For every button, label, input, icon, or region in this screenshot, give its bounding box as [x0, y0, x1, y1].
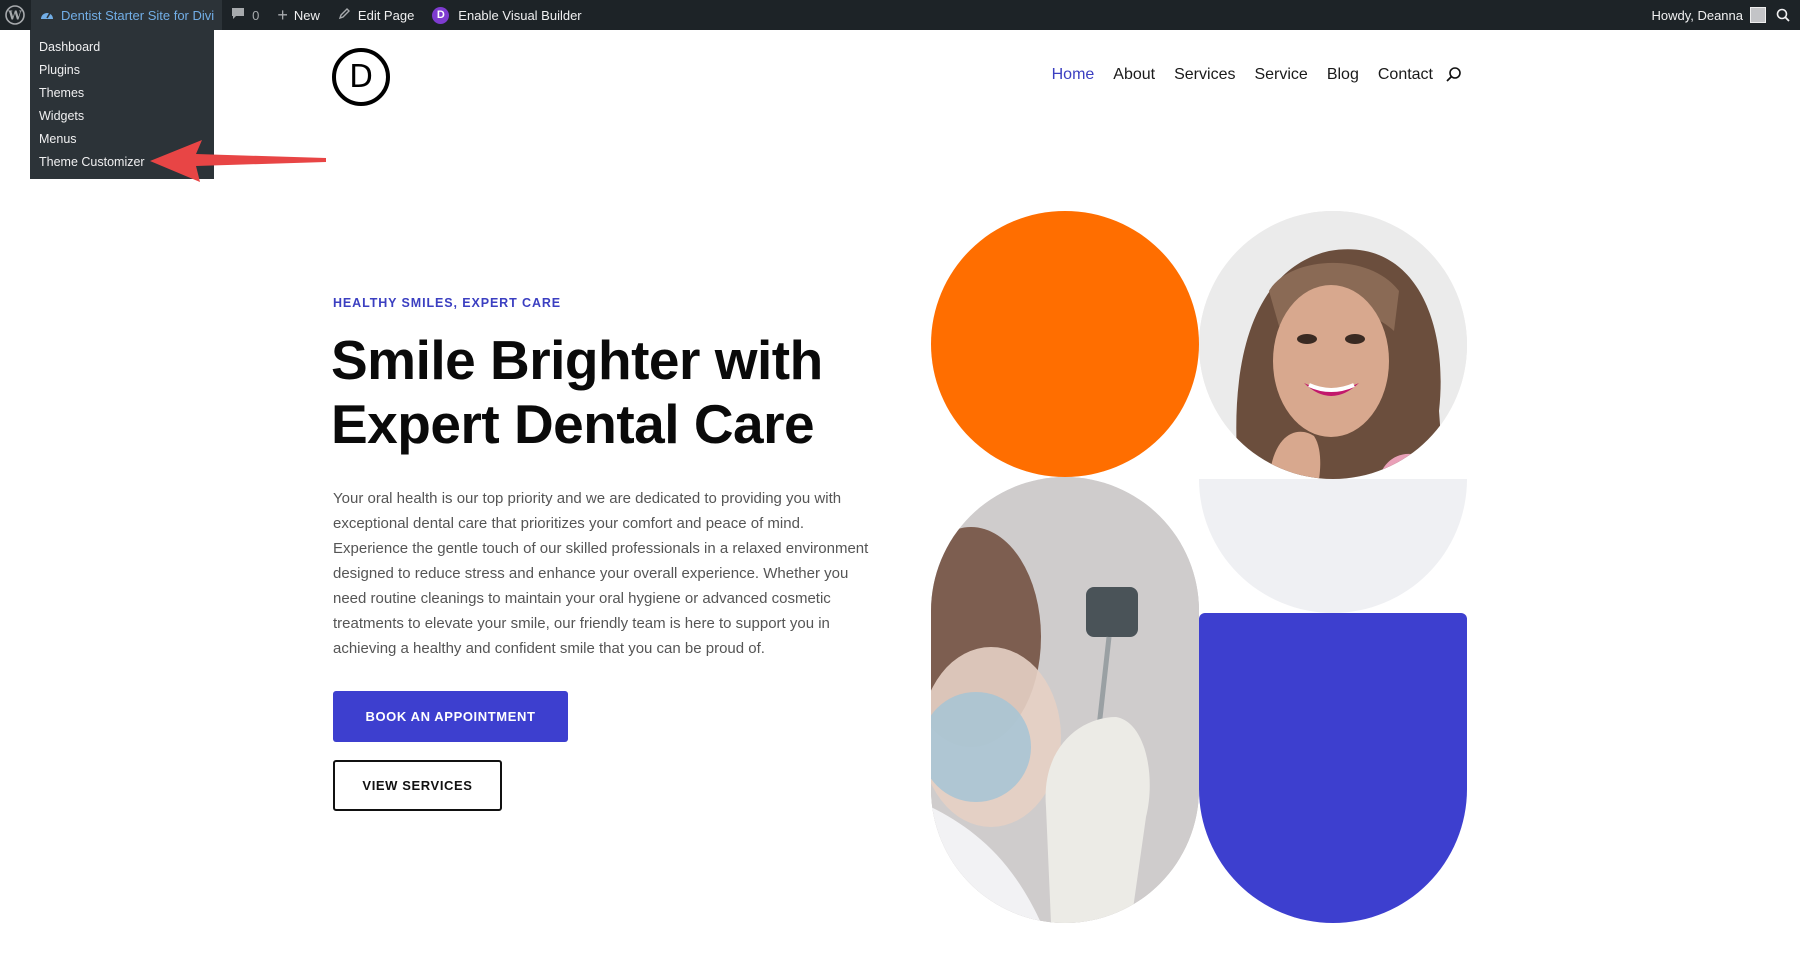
dentist-holding-mirror-photo — [931, 477, 1199, 923]
account-menu[interactable]: Howdy, Deanna — [1642, 0, 1772, 30]
smiling-woman-photo — [1199, 211, 1467, 479]
book-appointment-button[interactable]: BOOK AN APPOINTMENT — [333, 691, 568, 742]
orange-circle-shape — [931, 211, 1199, 477]
menu-item-dashboard[interactable]: Dashboard — [30, 36, 214, 59]
edit-page-link[interactable]: Edit Page — [329, 0, 423, 30]
nav-contact[interactable]: Contact — [1378, 66, 1433, 84]
dashboard-gauge-icon — [39, 7, 55, 24]
visual-builder-label: Enable Visual Builder — [458, 7, 582, 23]
headline-line-2: Expert Dental Care — [331, 393, 815, 455]
admin-search-icon[interactable] — [1772, 0, 1800, 30]
grey-half-circle-shape — [1199, 479, 1467, 613]
search-icon[interactable] — [1445, 66, 1463, 84]
site-name-menu[interactable]: Dentist Starter Site for Divi — [31, 0, 223, 30]
comment-bubble-icon — [231, 7, 245, 23]
nav-about[interactable]: About — [1113, 66, 1155, 84]
nav-service[interactable]: Service — [1254, 66, 1307, 84]
edit-page-label: Edit Page — [357, 7, 415, 23]
admin-bar: W Dentist Starter Site for Divi 0 + New … — [0, 0, 1800, 30]
greeting: Howdy, Deanna — [1651, 7, 1743, 23]
new-label: New — [293, 7, 320, 23]
nav-blog[interactable]: Blog — [1327, 66, 1359, 84]
nav-services[interactable]: Services — [1174, 66, 1235, 84]
pencil-icon — [338, 7, 351, 23]
hero-eyebrow: HEALTHY SMILES, EXPERT CARE — [333, 296, 562, 310]
headline-line-1: Smile Brighter with — [331, 329, 823, 391]
wordpress-logo-icon[interactable]: W — [0, 0, 31, 30]
logo-letter: D — [349, 59, 373, 95]
enable-visual-builder-link[interactable]: D Enable Visual Builder — [423, 0, 590, 30]
divi-logo-icon: D — [432, 6, 450, 24]
menu-item-themes[interactable]: Themes — [30, 82, 214, 105]
comments-menu[interactable]: 0 — [222, 0, 268, 30]
site-name-label: Dentist Starter Site for Divi — [61, 7, 215, 23]
site-logo[interactable]: D — [332, 48, 390, 106]
comments-count: 0 — [252, 7, 260, 23]
menu-item-plugins[interactable]: Plugins — [30, 59, 214, 82]
view-services-button[interactable]: VIEW SERVICES — [333, 760, 502, 811]
plus-icon: + — [277, 4, 288, 25]
avatar — [1750, 7, 1766, 23]
svg-text:W: W — [7, 9, 22, 23]
blue-arch-shape — [1199, 613, 1467, 923]
main-navigation: Home About Services Service Blog Contact — [1033, 66, 1463, 84]
hero-headline: Smile Brighter with Expert Dental Care — [331, 328, 891, 456]
new-content-menu[interactable]: + New — [268, 0, 329, 30]
menu-item-widgets[interactable]: Widgets — [30, 105, 214, 128]
nav-home[interactable]: Home — [1052, 66, 1095, 84]
hero-body-text: Your oral health is our top priority and… — [333, 490, 869, 657]
red-arrow-annotation — [150, 140, 326, 182]
